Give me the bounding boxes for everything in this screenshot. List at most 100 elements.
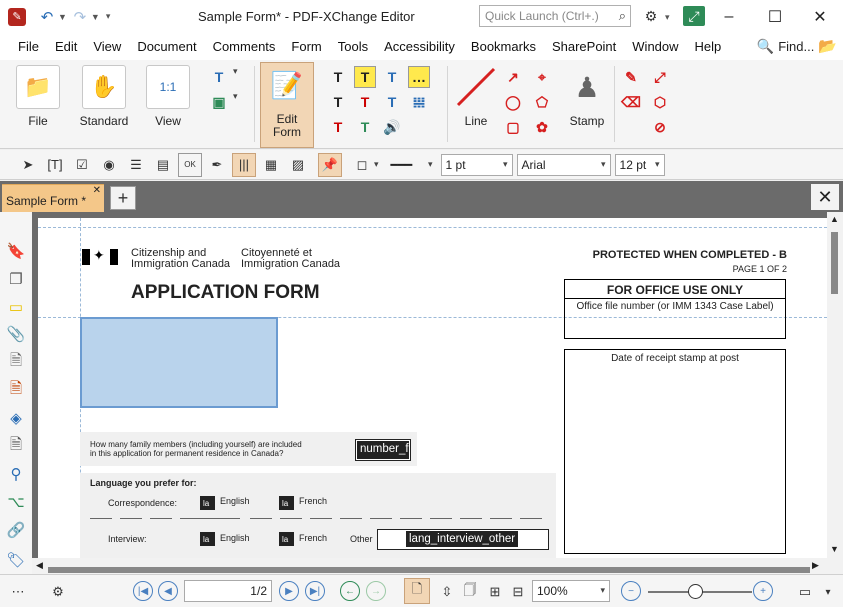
content-icon[interactable]: 🗎 (5, 435, 27, 457)
continuous-icon[interactable]: ⇳ (437, 582, 457, 602)
arrow-icon[interactable]: ↗ (502, 66, 524, 88)
bookmarks-icon[interactable]: 🔖 (5, 240, 27, 262)
menu-help[interactable]: Help (687, 39, 730, 54)
attach-file-icon[interactable]: 𝍐 (408, 91, 430, 113)
menu-view[interactable]: View (85, 39, 129, 54)
pin-tool-icon[interactable]: 📌 (318, 152, 342, 177)
redo-icon[interactable]: ↷ (69, 6, 91, 28)
combobox-tool-icon[interactable]: ▤ (151, 153, 175, 177)
settings-icon[interactable]: ⚙ (640, 6, 662, 26)
folder-search-icon[interactable]: 📂 (818, 37, 837, 55)
zoom-dropdown-icon[interactable]: ▾ (600, 585, 605, 596)
date-tool-icon[interactable]: ▦ (259, 153, 283, 177)
line-style-combo[interactable]: ━━━ ▾ (387, 154, 437, 176)
find-button[interactable]: Find... (778, 39, 814, 54)
standard-button[interactable]: ✋ Standard (80, 65, 128, 145)
signatures-icon[interactable]: 🗎 (5, 379, 27, 401)
zoom-out-icon[interactable]: − (621, 581, 641, 601)
page-number-input[interactable]: 1/2 (184, 580, 272, 602)
text-select-icon[interactable]: T (327, 91, 349, 113)
search-panel-icon[interactable]: ⚲ (5, 463, 27, 485)
menu-form[interactable]: Form (283, 39, 329, 54)
vertical-scroll-thumb[interactable] (831, 232, 838, 294)
undo-icon[interactable]: ↶ (36, 6, 58, 28)
first-page-icon[interactable]: |◀ (133, 581, 153, 601)
scroll-right-icon[interactable]: ▶ (812, 560, 819, 571)
english-interview-checkbox[interactable]: la (200, 532, 215, 546)
add-image-icon[interactable]: ▣ (208, 91, 230, 113)
menu-tools[interactable]: Tools (330, 39, 376, 54)
menu-accessibility[interactable]: Accessibility (376, 39, 463, 54)
close-button[interactable]: ✕ (797, 0, 843, 33)
gear-icon[interactable]: ⚙ (48, 582, 68, 602)
menu-file[interactable]: File (10, 39, 47, 54)
oval-icon[interactable]: ◯ (502, 91, 524, 113)
eraser-icon[interactable]: ⌫ (620, 91, 642, 113)
dropdown-icon[interactable]: ▾ (233, 91, 245, 113)
font-size-combo[interactable]: 12 pt ▾ (614, 153, 665, 176)
scroll-down-icon[interactable]: ▼ (830, 544, 839, 554)
tags-icon[interactable]: 🏷 (5, 549, 27, 571)
new-tab-button[interactable]: + (110, 186, 136, 210)
links-icon[interactable]: 🔗 (5, 519, 27, 541)
radio-tool-icon[interactable]: ◉ (97, 153, 121, 177)
text-crop-icon[interactable]: T (327, 116, 349, 138)
zoom-combo[interactable]: 100% ▾ (532, 580, 610, 602)
text-field-tool-icon[interactable]: [T] (43, 153, 67, 177)
edit-form-button[interactable]: 📝 Edit Form (260, 62, 314, 148)
scroll-up-icon[interactable]: ▲ (830, 214, 839, 224)
menu-bookmarks[interactable]: Bookmarks (463, 39, 544, 54)
last-page-icon[interactable]: ▶| (305, 581, 325, 601)
perimeter-icon[interactable]: ⊘ (649, 116, 671, 138)
text-field-icon[interactable]: T (327, 66, 349, 88)
redo-dropdown-icon[interactable]: ▼ (91, 12, 100, 22)
maximize-button[interactable]: ☐ (752, 0, 798, 33)
attachments-icon[interactable]: 📎 (5, 323, 27, 345)
next-page-icon[interactable]: ▶ (279, 581, 299, 601)
quick-launch-input[interactable]: Quick Launch (Ctrl+.) ⌕ (479, 5, 631, 27)
fullscreen-toggle-icon[interactable]: ▭ (795, 582, 815, 602)
undo-dropdown-icon[interactable]: ▼ (58, 12, 67, 22)
french-correspondence-checkbox[interactable]: la (279, 496, 294, 510)
polyline-icon[interactable]: ⌖ (531, 66, 553, 88)
area-icon[interactable]: ⬡ (649, 91, 671, 113)
single-page-icon[interactable]: 🗋 (404, 578, 430, 604)
forward-icon[interactable]: → (366, 581, 386, 601)
layers-icon[interactable]: ◈ (5, 407, 27, 429)
status-dropdown-icon[interactable]: ▾ (818, 582, 838, 602)
menu-sharepoint[interactable]: SharePoint (544, 39, 624, 54)
menu-comments[interactable]: Comments (205, 39, 284, 54)
page-icon[interactable]: 🗎 (5, 351, 27, 373)
measure-icon[interactable]: ⤢ (649, 66, 671, 88)
fill-color-icon[interactable]: ◻ (350, 153, 374, 177)
text-recognize-icon[interactable]: T (208, 66, 230, 88)
stamp-button[interactable]: ♟ Stamp (563, 65, 611, 145)
font-combo[interactable]: Arial ▾ (516, 153, 611, 176)
selected-form-field[interactable] (80, 317, 278, 408)
strikeout-icon[interactable]: T (354, 91, 376, 113)
select-arrow-icon[interactable]: ➤ (16, 153, 40, 177)
callout-icon[interactable]: … (408, 66, 430, 88)
menu-document[interactable]: Document (129, 39, 204, 54)
document-viewport[interactable]: ✦ Citizenship and Immigration Canada Cito… (32, 212, 827, 558)
insert-text-icon[interactable]: T (354, 116, 376, 138)
line-width-combo[interactable]: 1 pt ▾ (440, 153, 513, 176)
polygon-icon[interactable]: ⬠ (531, 91, 553, 113)
image-tool-icon[interactable]: ▨ (286, 153, 310, 177)
underline-icon[interactable]: T (381, 91, 403, 113)
minimize-button[interactable]: – (706, 0, 752, 33)
customize-qa-icon[interactable]: ▾ (106, 11, 111, 22)
cloud-icon[interactable]: ✿ (531, 116, 553, 138)
listbox-tool-icon[interactable]: ☰ (124, 153, 148, 177)
line-button[interactable]: Line (452, 65, 500, 145)
scroll-left-icon[interactable]: ◀ (36, 560, 43, 571)
typewriter-icon[interactable]: T (354, 66, 376, 88)
lang-interview-other-field[interactable]: lang_interview_other (377, 529, 549, 550)
menu-edit[interactable]: Edit (47, 39, 85, 54)
button-tool-icon[interactable]: OK (178, 152, 202, 177)
view-button[interactable]: 1:1 View (144, 65, 192, 145)
french-interview-checkbox[interactable]: la (279, 532, 294, 546)
tab-sample-form[interactable]: Sample Form * ✕ (2, 184, 104, 212)
tab-close-icon[interactable]: ✕ (93, 185, 101, 196)
menu-window[interactable]: Window (624, 39, 686, 54)
